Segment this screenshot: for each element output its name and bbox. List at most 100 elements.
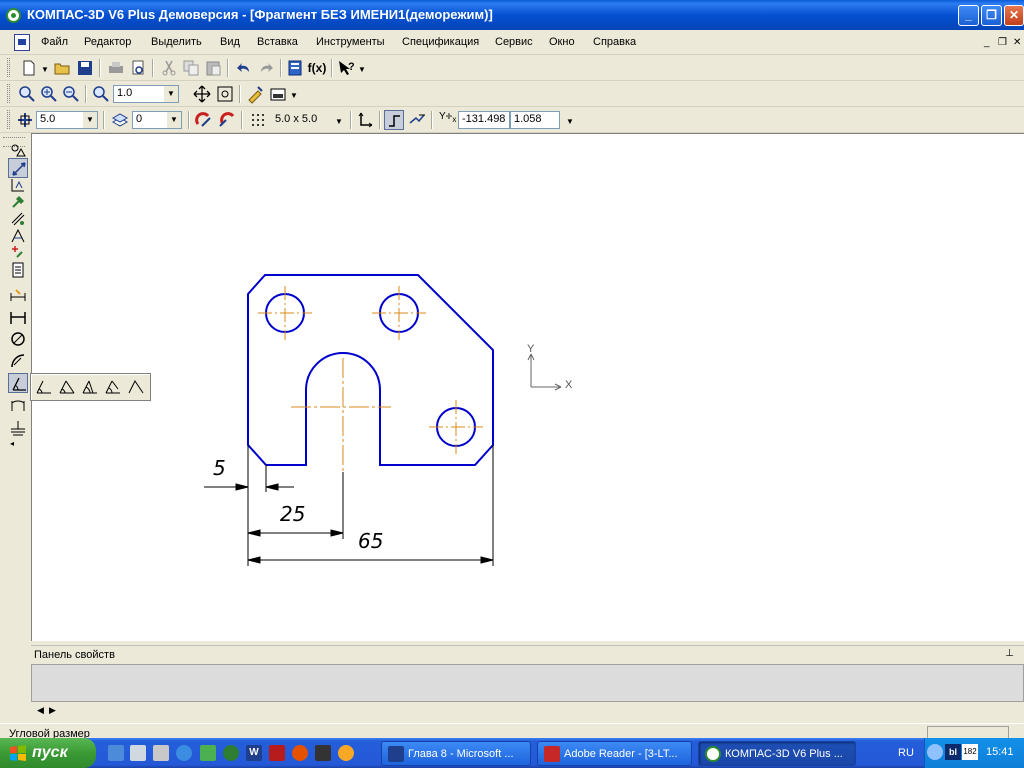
- quicklaunch-word-icon[interactable]: W: [246, 745, 262, 761]
- drawing-canvas[interactable]: 5 25 65 Y X: [31, 133, 1024, 641]
- menu-editor[interactable]: Редактор: [84, 36, 131, 48]
- language-indicator[interactable]: RU: [898, 747, 914, 759]
- quicklaunch-network-icon[interactable]: [223, 745, 239, 761]
- step-combo[interactable]: 5.0 ▼: [36, 111, 98, 129]
- coord-y-field[interactable]: 1.058: [510, 111, 560, 129]
- angle-dim-ext-icon[interactable]: [57, 377, 77, 397]
- minimize-button[interactable]: _: [958, 5, 979, 26]
- diameter-dim-icon[interactable]: [8, 329, 28, 349]
- angular-dim-icon[interactable]: [8, 373, 28, 393]
- chevron-down-icon[interactable]: ▼: [358, 65, 366, 74]
- chevron-down-icon[interactable]: ▼: [335, 117, 343, 126]
- menu-service[interactable]: Сервис: [495, 36, 533, 48]
- quicklaunch-winrar-icon[interactable]: [269, 745, 285, 761]
- radial-dim-icon[interactable]: [8, 351, 28, 371]
- task-adobe-reader[interactable]: Adobe Reader - [3-LT...: [537, 741, 692, 766]
- pin-icon[interactable]: ⊥: [1005, 648, 1014, 659]
- cut-icon[interactable]: [159, 58, 179, 78]
- zoom-scale-combo[interactable]: 1.0 ▼: [113, 85, 179, 103]
- spec-icon[interactable]: [8, 260, 28, 280]
- menu-view[interactable]: Вид: [220, 36, 240, 48]
- layers-icon[interactable]: [110, 110, 130, 130]
- layer-view-icon[interactable]: [268, 84, 288, 104]
- chevron-down-icon[interactable]: ▼: [566, 117, 574, 126]
- close-button[interactable]: ✕: [1004, 5, 1024, 26]
- cursor-step-icon[interactable]: [15, 110, 35, 130]
- toolbar-grip[interactable]: [7, 110, 10, 129]
- zoom-scale-icon[interactable]: [91, 84, 111, 104]
- leader-icon[interactable]: [8, 417, 28, 437]
- open-icon[interactable]: [52, 58, 72, 78]
- zoom-out-icon[interactable]: [61, 84, 81, 104]
- start-button[interactable]: пуск: [0, 738, 96, 768]
- menu-file[interactable]: Файл: [41, 36, 68, 48]
- toolbar-grip[interactable]: [7, 58, 10, 77]
- scroll-down-icon[interactable]: ◂: [10, 439, 14, 448]
- variables-icon[interactable]: f(x): [307, 58, 327, 78]
- scroll-left-icon[interactable]: ◀: [37, 705, 44, 716]
- coord-x-field[interactable]: -131.498: [458, 111, 510, 129]
- task-word[interactable]: Глава 8 - Microsoft ...: [381, 741, 531, 766]
- menu-insert[interactable]: Вставка: [257, 36, 298, 48]
- angle-dim-free-icon[interactable]: [126, 377, 146, 397]
- print-preview-icon[interactable]: [128, 58, 148, 78]
- quicklaunch-notepad-icon[interactable]: [153, 745, 169, 761]
- quicklaunch-filter-icon[interactable]: [200, 745, 216, 761]
- redraw-icon[interactable]: [245, 84, 265, 104]
- tray-app-icon[interactable]: bl: [945, 744, 961, 760]
- pan-icon[interactable]: [192, 84, 212, 104]
- zoom-in-icon[interactable]: [39, 84, 59, 104]
- clock[interactable]: 15:41: [986, 746, 1014, 758]
- angle-dim-icon[interactable]: [34, 377, 54, 397]
- ortho-mode-icon[interactable]: [384, 110, 404, 130]
- print-icon[interactable]: [106, 58, 126, 78]
- chevron-down-icon[interactable]: ▼: [290, 91, 298, 100]
- tray-badge[interactable]: 182: [962, 744, 978, 760]
- angle-dim-base-icon[interactable]: [80, 377, 100, 397]
- layer-combo[interactable]: 0 ▼: [132, 111, 182, 129]
- scroll-right-icon[interactable]: ▶: [49, 705, 56, 716]
- snap-icon[interactable]: [194, 110, 214, 130]
- quicklaunch-settings-icon[interactable]: [108, 745, 124, 761]
- document-menu-icon[interactable]: [14, 34, 30, 51]
- round-coords-icon[interactable]: [407, 110, 427, 130]
- task-kompas[interactable]: КОМПАС-3D V6 Plus ...: [698, 741, 856, 766]
- tray-arrow-icon[interactable]: [927, 744, 943, 760]
- menu-help[interactable]: Справка: [593, 36, 636, 48]
- chevron-down-icon[interactable]: ▼: [164, 86, 178, 102]
- zoom-window-icon[interactable]: [17, 84, 37, 104]
- grid-icon[interactable]: [248, 110, 268, 130]
- linear-dim-horizontal-icon[interactable]: [8, 307, 28, 327]
- toolbar-grip[interactable]: [7, 84, 10, 103]
- menu-tools[interactable]: Инструменты: [316, 36, 385, 48]
- local-coords-icon[interactable]: [355, 110, 375, 130]
- undo-icon[interactable]: [234, 58, 254, 78]
- save-icon[interactable]: [75, 58, 95, 78]
- quicklaunch-explorer-icon[interactable]: [130, 745, 146, 761]
- quicklaunch-player-icon[interactable]: [338, 745, 354, 761]
- local-snap-icon[interactable]: [217, 110, 237, 130]
- zoom-all-icon[interactable]: [215, 84, 235, 104]
- arc-dim-icon[interactable]: [8, 395, 28, 415]
- quicklaunch-tool-icon[interactable]: [315, 745, 331, 761]
- new-document-icon[interactable]: [19, 58, 39, 78]
- grid-value[interactable]: 5.0 x 5.0: [275, 113, 317, 125]
- chevron-down-icon[interactable]: ▼: [83, 112, 97, 128]
- mdi-minimize-icon[interactable]: _: [984, 37, 990, 48]
- chevron-down-icon[interactable]: ▼: [41, 65, 49, 74]
- chevron-down-icon[interactable]: ▼: [167, 112, 181, 128]
- angle-dim-chain-icon[interactable]: [103, 377, 123, 397]
- menu-window[interactable]: Окно: [549, 36, 575, 48]
- copy-icon[interactable]: [181, 58, 201, 78]
- paste-icon[interactable]: [203, 58, 223, 78]
- quicklaunch-ie-icon[interactable]: [176, 745, 192, 761]
- mdi-close-icon[interactable]: ✕: [1013, 37, 1021, 48]
- mdi-restore-icon[interactable]: ❐: [998, 37, 1007, 48]
- manager-icon[interactable]: [285, 58, 305, 78]
- menu-select[interactable]: Выделить: [151, 36, 202, 48]
- linear-dim-icon[interactable]: [8, 285, 28, 305]
- quicklaunch-media-icon[interactable]: [292, 745, 308, 761]
- menu-specification[interactable]: Спецификация: [402, 36, 479, 48]
- redo-icon[interactable]: [256, 58, 276, 78]
- restore-button[interactable]: ❐: [981, 5, 1002, 26]
